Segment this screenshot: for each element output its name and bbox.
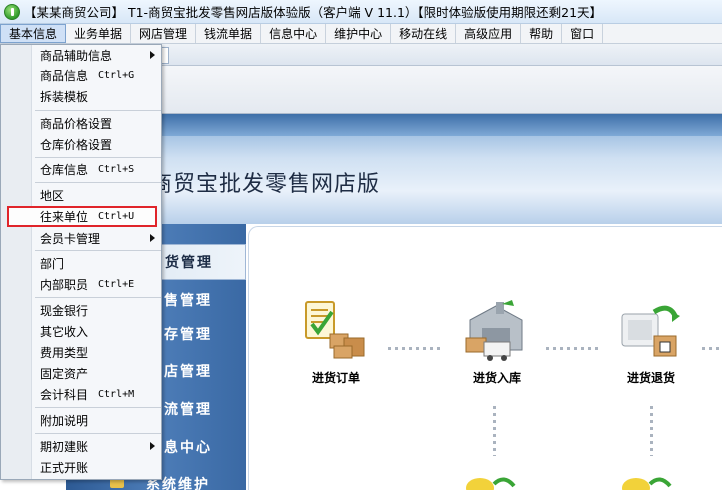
menuitem-shortcut: Ctrl+M xyxy=(98,389,135,400)
menuitem-shortcut: Ctrl+E xyxy=(98,279,135,290)
menuitem-label: 商品价格设置 xyxy=(40,117,113,131)
menuitem-internal-staff[interactable]: 内部职员 Ctrl+E xyxy=(1,274,161,295)
menuitem-accounting-subjects[interactable]: 会计科目 Ctrl+M xyxy=(1,384,161,405)
menuitem-expense-types[interactable]: 费用类型 xyxy=(1,342,161,363)
menu-advanced[interactable]: 高级应用 xyxy=(456,24,522,43)
menuitem-region[interactable]: 地区 xyxy=(1,185,161,206)
menuitem-membership-card[interactable]: 会员卡管理 xyxy=(1,228,161,249)
menuitem-label: 会计科目 xyxy=(40,388,89,402)
menu-separator xyxy=(35,433,161,434)
menu-separator xyxy=(35,157,161,158)
menuitem-label: 商品辅助信息 xyxy=(40,49,113,63)
menuitem-label: 部门 xyxy=(40,257,65,271)
flow-label-purchase-stock-in: 进货入库 xyxy=(472,371,521,385)
partial-flow-icon xyxy=(466,477,516,490)
menuitem-label: 地区 xyxy=(40,189,65,203)
menuitem-shortcut: Ctrl+S xyxy=(98,164,135,175)
menuitem-fixed-assets[interactable]: 固定资产 xyxy=(1,363,161,384)
banner-title: 商贸宝批发零售网店版 xyxy=(150,172,381,197)
submenu-arrow-icon xyxy=(150,442,155,450)
menuitem-label: 商品信息 xyxy=(40,69,89,83)
menuitem-label: 会员卡管理 xyxy=(40,232,101,246)
menuitem-warehouse-price-settings[interactable]: 仓库价格设置 xyxy=(1,134,161,155)
menuitem-label: 仓库信息 xyxy=(40,163,89,177)
menu-maintenance-center[interactable]: 维护中心 xyxy=(326,24,392,43)
menu-separator xyxy=(35,407,161,408)
flow-label-purchase-return: 进货退货 xyxy=(626,371,675,385)
partial-flow-icon xyxy=(622,477,672,490)
menuitem-opening-balance[interactable]: 期初建账 xyxy=(1,436,161,457)
menuitem-label: 正式开账 xyxy=(40,461,89,475)
menu-bar: 基本信息 业务单据 网店管理 钱流单据 信息中心 维护中心 移动在线 高级应用 … xyxy=(0,24,722,44)
menuitem-product-info[interactable]: 商品信息 Ctrl+G xyxy=(1,65,161,86)
menu-separator xyxy=(35,182,161,183)
menu-separator xyxy=(35,297,161,298)
menuitem-shortcut: Ctrl+G xyxy=(98,70,135,81)
flow-connector xyxy=(388,347,440,350)
menuitem-label: 拆装模板 xyxy=(40,90,89,104)
menuitem-warehouse-info[interactable]: 仓库信息 Ctrl+S xyxy=(1,159,161,180)
menuitem-label: 期初建账 xyxy=(40,440,89,454)
menu-cash-documents[interactable]: 钱流单据 xyxy=(196,24,262,43)
menuitem-business-partners[interactable]: 往来单位 Ctrl+U xyxy=(7,206,157,227)
menuitem-shortcut: Ctrl+U xyxy=(98,211,135,222)
menuitem-other-income[interactable]: 其它收入 xyxy=(1,321,161,342)
flow-connector xyxy=(702,347,722,350)
menuitem-label: 往来单位 xyxy=(40,210,89,224)
window-title: 【某某商贸公司】 T1-商贸宝批发零售网店版体验版（客户端 V 11.1）【限时… xyxy=(24,5,603,20)
flow-connector xyxy=(546,347,600,350)
purchase-return-icon xyxy=(621,305,680,357)
menu-separator xyxy=(35,110,161,111)
menuitem-label: 内部职员 xyxy=(40,278,89,292)
menu-online-store[interactable]: 网店管理 xyxy=(131,24,197,43)
menu-help[interactable]: 帮助 xyxy=(521,24,563,43)
purchase-stock-in-icon xyxy=(465,300,523,361)
submenu-arrow-icon xyxy=(150,234,155,242)
menu-window[interactable]: 窗口 xyxy=(562,24,604,43)
flow-connector xyxy=(650,406,653,456)
flow-connector xyxy=(493,406,496,456)
menuitem-label: 附加说明 xyxy=(40,414,89,428)
menuitem-label: 现金银行 xyxy=(40,304,89,318)
menuitem-label: 固定资产 xyxy=(40,367,89,381)
menu-separator xyxy=(35,250,161,251)
menuitem-product-aux-info[interactable]: 商品辅助信息 xyxy=(1,45,161,66)
flow-label-purchase-order: 进货订单 xyxy=(311,371,360,385)
menu-business-documents[interactable]: 业务单据 xyxy=(66,24,132,43)
submenu-arrow-icon xyxy=(150,51,155,59)
menuitem-department[interactable]: 部门 xyxy=(1,253,161,274)
menuitem-label: 其它收入 xyxy=(40,325,89,339)
menuitem-product-price-settings[interactable]: 商品价格设置 xyxy=(1,113,161,134)
menuitem-cash-bank[interactable]: 现金银行 xyxy=(1,300,161,321)
purchase-order-icon xyxy=(305,301,365,359)
menu-basic-info[interactable]: 基本信息 xyxy=(0,24,67,43)
menuitem-label: 费用类型 xyxy=(40,346,89,360)
menuitem-label: 仓库价格设置 xyxy=(40,138,113,152)
basic-info-dropdown: 商品辅助信息 商品信息 Ctrl+G 拆装模板 商品价格设置 仓库价格设置 仓库… xyxy=(0,44,162,480)
menu-info-center[interactable]: 信息中心 xyxy=(261,24,327,43)
menuitem-additional-notes[interactable]: 附加说明 xyxy=(1,410,161,431)
menu-mobile-online[interactable]: 移动在线 xyxy=(391,24,457,43)
menuitem-assembly-template[interactable]: 拆装模板 xyxy=(1,86,161,107)
menuitem-formal-opening[interactable]: 正式开账 xyxy=(1,457,161,478)
title-bar: 【某某商贸公司】 T1-商贸宝批发零售网店版体验版（客户端 V 11.1）【限时… xyxy=(0,0,722,24)
app-logo-icon xyxy=(4,3,20,20)
